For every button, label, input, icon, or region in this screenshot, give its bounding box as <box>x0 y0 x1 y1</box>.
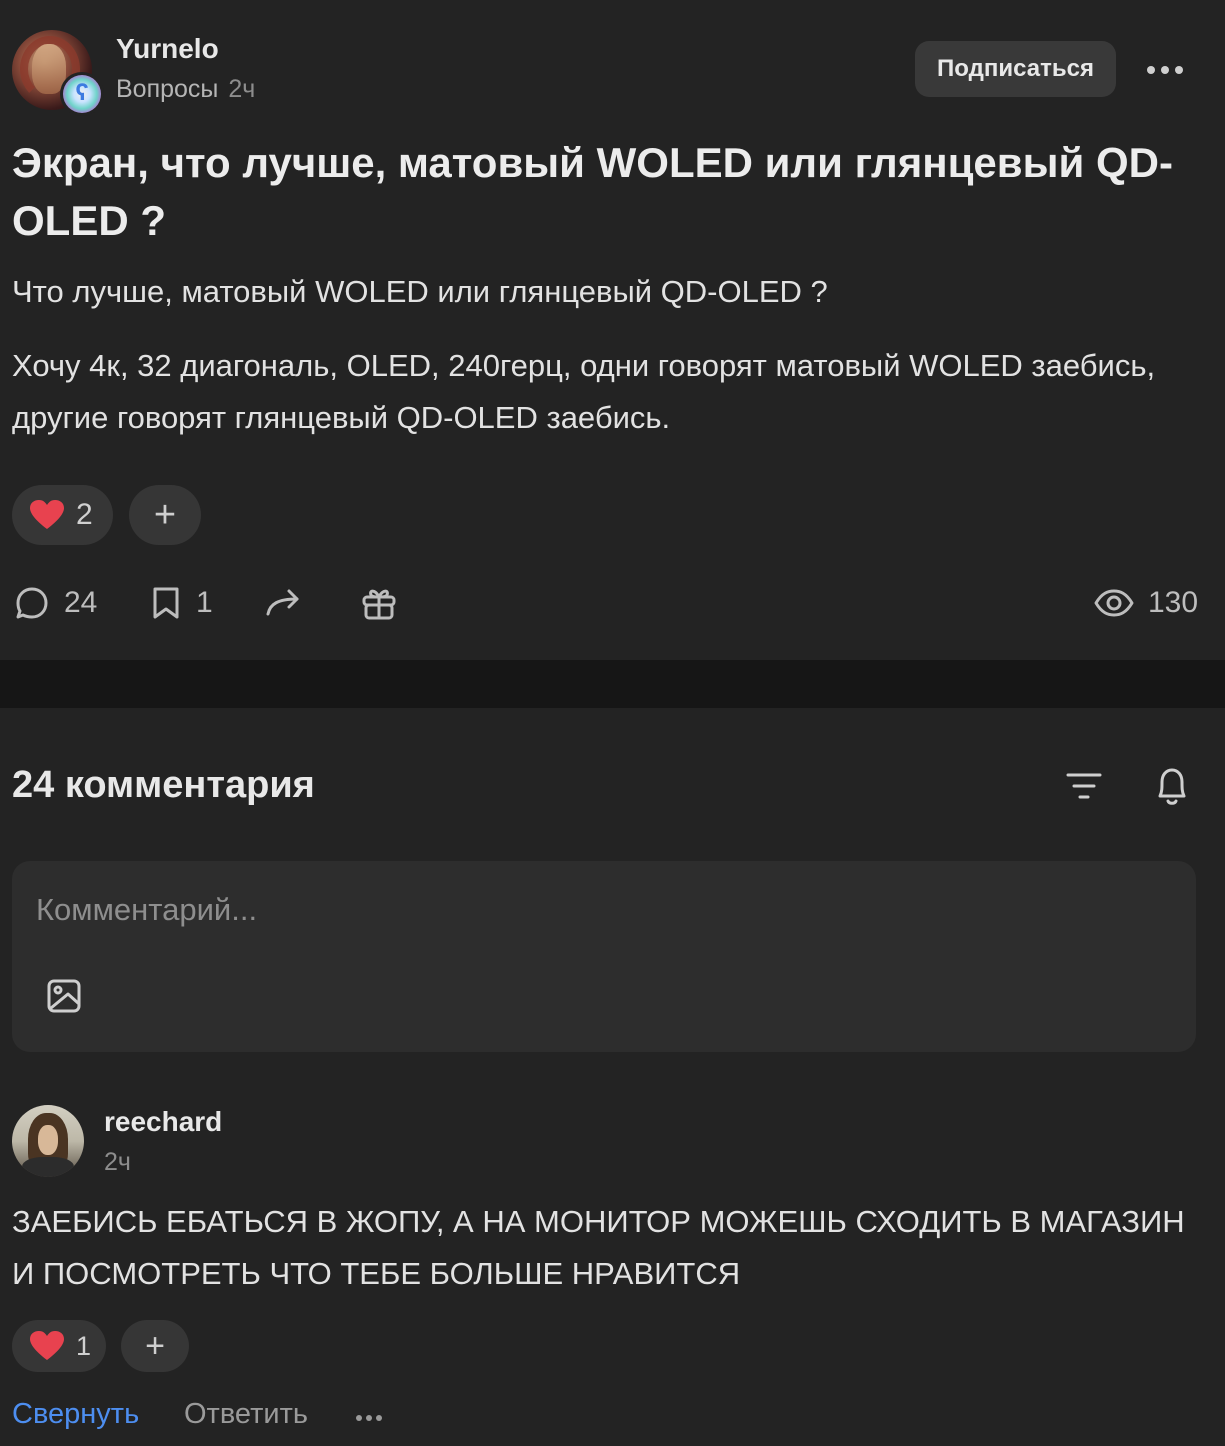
reply-link[interactable]: Ответить <box>184 1398 308 1431</box>
comment-composer <box>12 861 1196 1052</box>
bell-icon[interactable] <box>1152 764 1192 808</box>
subscribe-button[interactable]: Подписаться <box>915 41 1116 97</box>
bookmarks-count: 1 <box>196 586 213 619</box>
heart-icon <box>30 1331 64 1360</box>
image-icon[interactable] <box>46 978 82 1014</box>
bookmark-button[interactable]: 1 <box>150 582 213 624</box>
views-counter: 130 <box>1094 582 1198 624</box>
community-name[interactable]: Вопросы <box>116 75 218 103</box>
filter-icon[interactable] <box>1064 768 1104 804</box>
commenter-avatar[interactable] <box>12 1105 84 1177</box>
comment-time: 2ч <box>104 1148 131 1176</box>
post-body-paragraph: Хочу 4к, 32 диагональ, OLED, 240герц, од… <box>12 348 1156 435</box>
share-button[interactable] <box>264 582 302 624</box>
comment-icon <box>16 587 48 619</box>
more-icon[interactable] <box>1138 50 1192 90</box>
heart-icon <box>30 500 64 529</box>
collapse-link[interactable]: Свернуть <box>12 1398 139 1431</box>
post-time: 2ч <box>228 75 256 103</box>
post-title[interactable]: Экран, что лучше, матовый WOLED или глян… <box>12 134 1202 250</box>
author-name[interactable]: Yurnelo <box>116 33 219 65</box>
post-body: Что лучше, матовый WOLED или глянцевый Q… <box>12 266 1202 444</box>
comment-add-reaction-button[interactable]: + <box>121 1320 189 1372</box>
comment-heart-count: 1 <box>76 1330 92 1361</box>
gift-button[interactable] <box>360 582 398 624</box>
comments-count: 24 <box>64 586 98 619</box>
comment-heart-reaction-button[interactable]: 1 <box>12 1320 106 1372</box>
comments-title: 24 комментария <box>12 764 315 806</box>
heart-reaction-button[interactable]: 2 <box>12 485 113 545</box>
add-reaction-button[interactable]: + <box>129 485 201 545</box>
gift-icon <box>362 589 396 620</box>
community-avatar[interactable]: ʕ <box>60 72 104 116</box>
comment-input[interactable] <box>36 887 1156 933</box>
bookmark-icon <box>153 587 179 619</box>
more-icon[interactable] <box>356 1408 386 1428</box>
comments-section: 24 комментария reechard 2ч ЗАЕБИСЬ ЕБАТЬ… <box>0 708 1225 1446</box>
comments-button[interactable]: 24 <box>14 582 97 624</box>
views-count: 130 <box>1148 586 1199 619</box>
comment-text: ЗАЕБИСЬ ЕБАТЬСЯ В ЖОПУ, А НА МОНИТОР МОЖ… <box>12 1204 1185 1291</box>
post-meta: Вопросы 2ч <box>116 75 255 104</box>
post-body-paragraph: Что лучше, матовый WOLED или глянцевый Q… <box>12 274 828 309</box>
share-icon <box>266 589 299 616</box>
commenter-name[interactable]: reechard <box>104 1106 222 1138</box>
heart-count: 2 <box>76 498 93 531</box>
section-separator <box>0 660 1225 708</box>
eye-icon <box>1094 589 1134 617</box>
post-card: ʕ Yurnelo Вопросы 2ч Подписаться Экран, ч… <box>0 0 1225 660</box>
